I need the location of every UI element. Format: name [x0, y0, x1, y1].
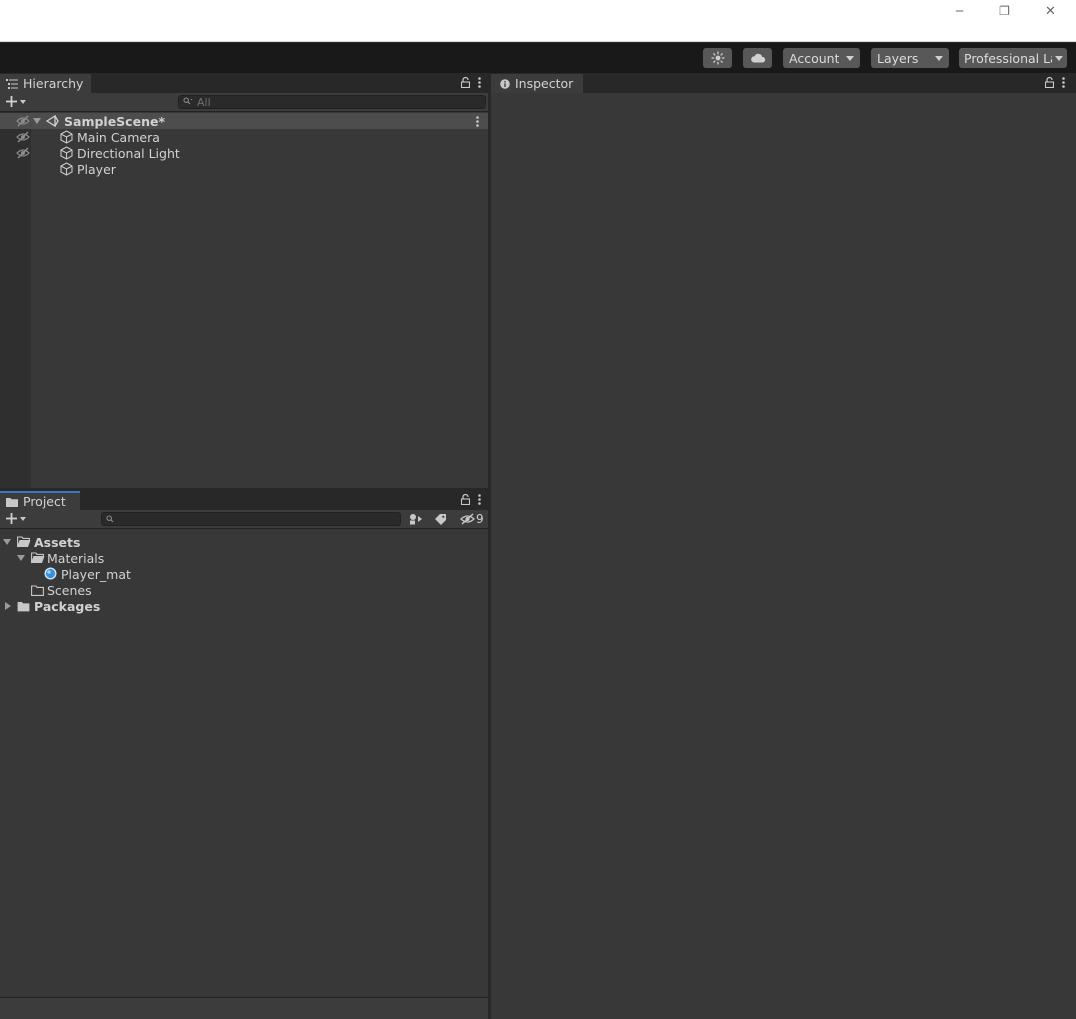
kebab-menu-icon[interactable]: [1062, 77, 1065, 91]
project-tab-label: Project: [23, 494, 66, 509]
project-tree-label: Materials: [47, 550, 105, 566]
search-icon: [183, 96, 193, 109]
plus-icon: [6, 96, 17, 107]
hidden-packages-toggle[interactable]: 9: [460, 512, 484, 526]
inspector-tab-label: Inspector: [515, 76, 574, 91]
search-icon: [106, 513, 114, 526]
hierarchy-tab-label: Hierarchy: [23, 76, 84, 91]
window-title-bar: ─ ❐ ✕: [0, 0, 1076, 42]
folder-open-icon: [17, 536, 31, 551]
create-button[interactable]: [6, 513, 26, 524]
visibility-hidden-icon[interactable]: [16, 131, 30, 146]
lock-icon[interactable]: [1044, 76, 1055, 91]
hierarchy-search-input[interactable]: [197, 95, 485, 109]
hierarchy-item-label: Directional Light: [77, 145, 180, 161]
visibility-hidden-icon[interactable]: [16, 147, 30, 162]
hierarchy-search[interactable]: [178, 95, 486, 109]
chevron-down-icon: [20, 516, 26, 521]
list-icon: [6, 78, 18, 89]
foldout-closed-icon[interactable]: [5, 602, 11, 610]
hierarchy-scene-row[interactable]: SampleScene*: [0, 113, 488, 129]
layers-dropdown-label: Layers: [877, 50, 919, 66]
info-icon: [500, 78, 510, 89]
restore-icon: ❐: [999, 4, 1010, 18]
inspector-tab-bar: Inspector: [491, 74, 1076, 93]
hidden-packages-count: 9: [476, 512, 484, 526]
account-dropdown[interactable]: Account: [783, 48, 860, 68]
sun-icon: [710, 51, 725, 65]
tab-project[interactable]: Project: [0, 491, 80, 510]
layers-dropdown[interactable]: Layers: [871, 48, 949, 68]
hierarchy-subbar: [0, 93, 488, 112]
project-search[interactable]: [101, 512, 401, 526]
layout-dropdown-label: Professional Layout: [964, 50, 1052, 66]
create-button[interactable]: [6, 96, 26, 107]
scene-foldout-icon[interactable]: [33, 118, 41, 124]
project-tree-item-player-mat[interactable]: Player_mat: [0, 566, 488, 582]
close-icon: ✕: [1045, 3, 1056, 19]
hierarchy-item-directional-light[interactable]: Directional Light: [0, 145, 488, 161]
hierarchy-panel: Hierarchy S: [0, 74, 488, 488]
folder-icon: [17, 600, 30, 615]
minimize-icon: ─: [955, 4, 964, 18]
project-tree-label: Packages: [34, 598, 101, 614]
close-window-button[interactable]: ✕: [1028, 0, 1073, 22]
lock-icon[interactable]: [460, 493, 471, 508]
chevron-down-icon: [935, 56, 943, 61]
hierarchy-item-label: Main Camera: [77, 129, 160, 145]
project-tree-label: Player_mat: [61, 566, 131, 582]
foldout-open-icon[interactable]: [3, 539, 11, 545]
hierarchy-item-player[interactable]: Player: [0, 161, 488, 177]
chevron-down-icon: [1055, 56, 1063, 61]
services-button[interactable]: [703, 48, 732, 68]
folder-open-icon: [31, 552, 45, 567]
gameobject-cube-icon: [60, 162, 73, 179]
project-tree-item-packages[interactable]: Packages: [0, 598, 488, 614]
project-footer: [0, 997, 488, 1019]
visibility-hidden-icon[interactable]: [16, 115, 30, 130]
plus-icon: [6, 513, 17, 524]
chevron-down-icon: [20, 99, 26, 104]
eye-hidden-icon: [460, 513, 475, 525]
tag-icon[interactable]: [434, 513, 447, 528]
account-dropdown-label: Account: [789, 50, 840, 66]
scene-label: SampleScene*: [64, 113, 165, 129]
tab-hierarchy[interactable]: Hierarchy: [0, 74, 91, 93]
minimize-button[interactable]: ─: [937, 0, 982, 22]
unity-scene-icon: [45, 114, 59, 130]
chevron-down-icon: [846, 56, 854, 61]
material-sphere-icon: [44, 567, 57, 583]
foldout-open-icon[interactable]: [17, 555, 25, 561]
folder-icon: [31, 584, 44, 599]
kebab-menu-icon[interactable]: [476, 115, 479, 130]
tab-inspector[interactable]: Inspector: [491, 74, 583, 93]
restore-button[interactable]: ❐: [982, 0, 1027, 22]
project-tree-item-scenes[interactable]: Scenes: [0, 582, 488, 598]
cloud-icon: [750, 53, 765, 63]
main-toolbar: Account Layers Professional Layout: [0, 43, 1076, 73]
kebab-menu-icon[interactable]: [478, 77, 481, 91]
project-subbar: 9: [0, 510, 488, 529]
project-tab-bar: Project: [0, 491, 488, 510]
hierarchy-item-label: Player: [77, 161, 116, 177]
project-tree-item-materials[interactable]: Materials: [0, 550, 488, 566]
hierarchy-item-main-camera[interactable]: Main Camera: [0, 129, 488, 145]
project-tree-label: Assets: [34, 534, 81, 550]
lock-icon[interactable]: [460, 76, 471, 91]
project-tree-label: Scenes: [47, 582, 92, 598]
cloud-button[interactable]: [743, 48, 772, 68]
project-tree-item-assets[interactable]: Assets: [0, 534, 488, 550]
search-by-type-icon[interactable]: [409, 513, 423, 528]
kebab-menu-icon[interactable]: [478, 494, 481, 508]
layout-dropdown[interactable]: Professional Layout: [959, 48, 1067, 68]
project-search-input[interactable]: [118, 512, 400, 526]
inspector-panel: Inspector: [491, 74, 1076, 1019]
hierarchy-tab-bar: Hierarchy: [0, 74, 488, 93]
folder-icon: [6, 497, 18, 507]
project-panel: Project 9 Assets Materials Player_mat Sc…: [0, 491, 488, 1019]
